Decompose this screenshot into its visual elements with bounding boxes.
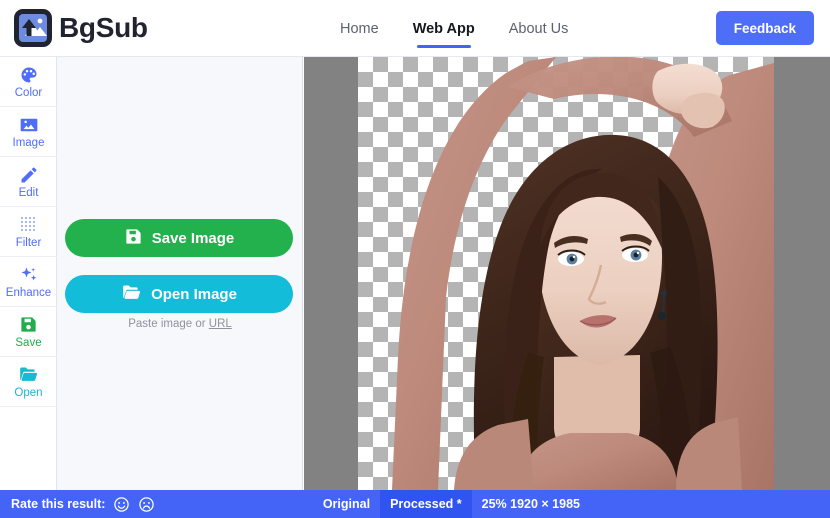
brand-name: BgSub bbox=[59, 12, 148, 43]
open-image-label: Open Image bbox=[151, 285, 237, 303]
paste-url-link[interactable]: URL bbox=[209, 318, 232, 330]
floppy-icon bbox=[124, 227, 143, 250]
image-upload-icon bbox=[14, 9, 52, 47]
frowny-face-icon[interactable] bbox=[138, 496, 155, 513]
logo-mountain-arrow-glyph bbox=[22, 18, 47, 36]
save-image-label: Save Image bbox=[151, 229, 235, 247]
dot-grid-icon bbox=[19, 214, 39, 236]
sidebar-label-open: Open bbox=[14, 386, 43, 399]
sidebar-label-save: Save bbox=[15, 336, 42, 349]
rate-result-label: Rate this result: bbox=[11, 497, 106, 511]
paste-hint-text: Paste image or bbox=[128, 318, 209, 330]
sidebar-label-color: Color bbox=[14, 86, 43, 99]
action-panel: Save Image Open Image Paste image or URL bbox=[57, 57, 303, 490]
photo-icon bbox=[19, 114, 39, 136]
image-canvas[interactable] bbox=[304, 57, 830, 490]
sidebar-item-enhance[interactable]: Enhance bbox=[0, 257, 57, 307]
tab-original[interactable]: Original bbox=[313, 490, 380, 518]
app-root: BgSub Home Web App About Us Feedback Col… bbox=[0, 0, 830, 518]
nav-item-about-us[interactable]: About Us bbox=[509, 19, 569, 39]
tab-processed[interactable]: Processed * bbox=[380, 490, 472, 518]
status-bar: Rate this result: Original Processed * 2… bbox=[0, 490, 830, 518]
sidebar-label-edit: Edit bbox=[18, 186, 39, 199]
sidebar-label-enhance: Enhance bbox=[5, 286, 52, 299]
main-nav: Home Web App About Us bbox=[340, 0, 568, 57]
nav-item-web-app[interactable]: Web App bbox=[413, 19, 475, 48]
feedback-button[interactable]: Feedback bbox=[715, 11, 814, 45]
nav-item-home[interactable]: Home bbox=[340, 19, 379, 39]
folder-icon bbox=[18, 364, 39, 386]
zoom-and-dimensions: 25% 1920 × 1985 bbox=[481, 497, 580, 511]
sidebar-item-edit[interactable]: Edit bbox=[0, 157, 57, 207]
open-image-button[interactable]: Open Image bbox=[65, 275, 293, 313]
sparkles-icon bbox=[19, 264, 39, 286]
palette-icon bbox=[19, 64, 39, 86]
paste-hint: Paste image or URL bbox=[57, 318, 303, 330]
smiley-face-icon[interactable] bbox=[113, 496, 130, 513]
brand-logo[interactable]: BgSub bbox=[14, 9, 148, 47]
sidebar-item-open[interactable]: Open bbox=[0, 357, 57, 407]
pencil-icon bbox=[19, 164, 39, 186]
sidebar-label-image: Image bbox=[12, 136, 45, 149]
sidebar-label-filter: Filter bbox=[15, 236, 42, 249]
tool-sidebar: Color Image Edit Filter Enhance Save Ope… bbox=[0, 57, 57, 490]
app-header: BgSub Home Web App About Us Feedback bbox=[0, 0, 830, 57]
sidebar-item-color[interactable]: Color bbox=[0, 57, 57, 107]
sidebar-item-save[interactable]: Save bbox=[0, 307, 57, 357]
processed-image bbox=[392, 57, 774, 490]
folder-icon bbox=[121, 282, 142, 307]
save-image-button[interactable]: Save Image bbox=[65, 219, 293, 257]
floppy-icon bbox=[19, 314, 38, 336]
sidebar-item-image[interactable]: Image bbox=[0, 107, 57, 157]
sidebar-item-filter[interactable]: Filter bbox=[0, 207, 57, 257]
